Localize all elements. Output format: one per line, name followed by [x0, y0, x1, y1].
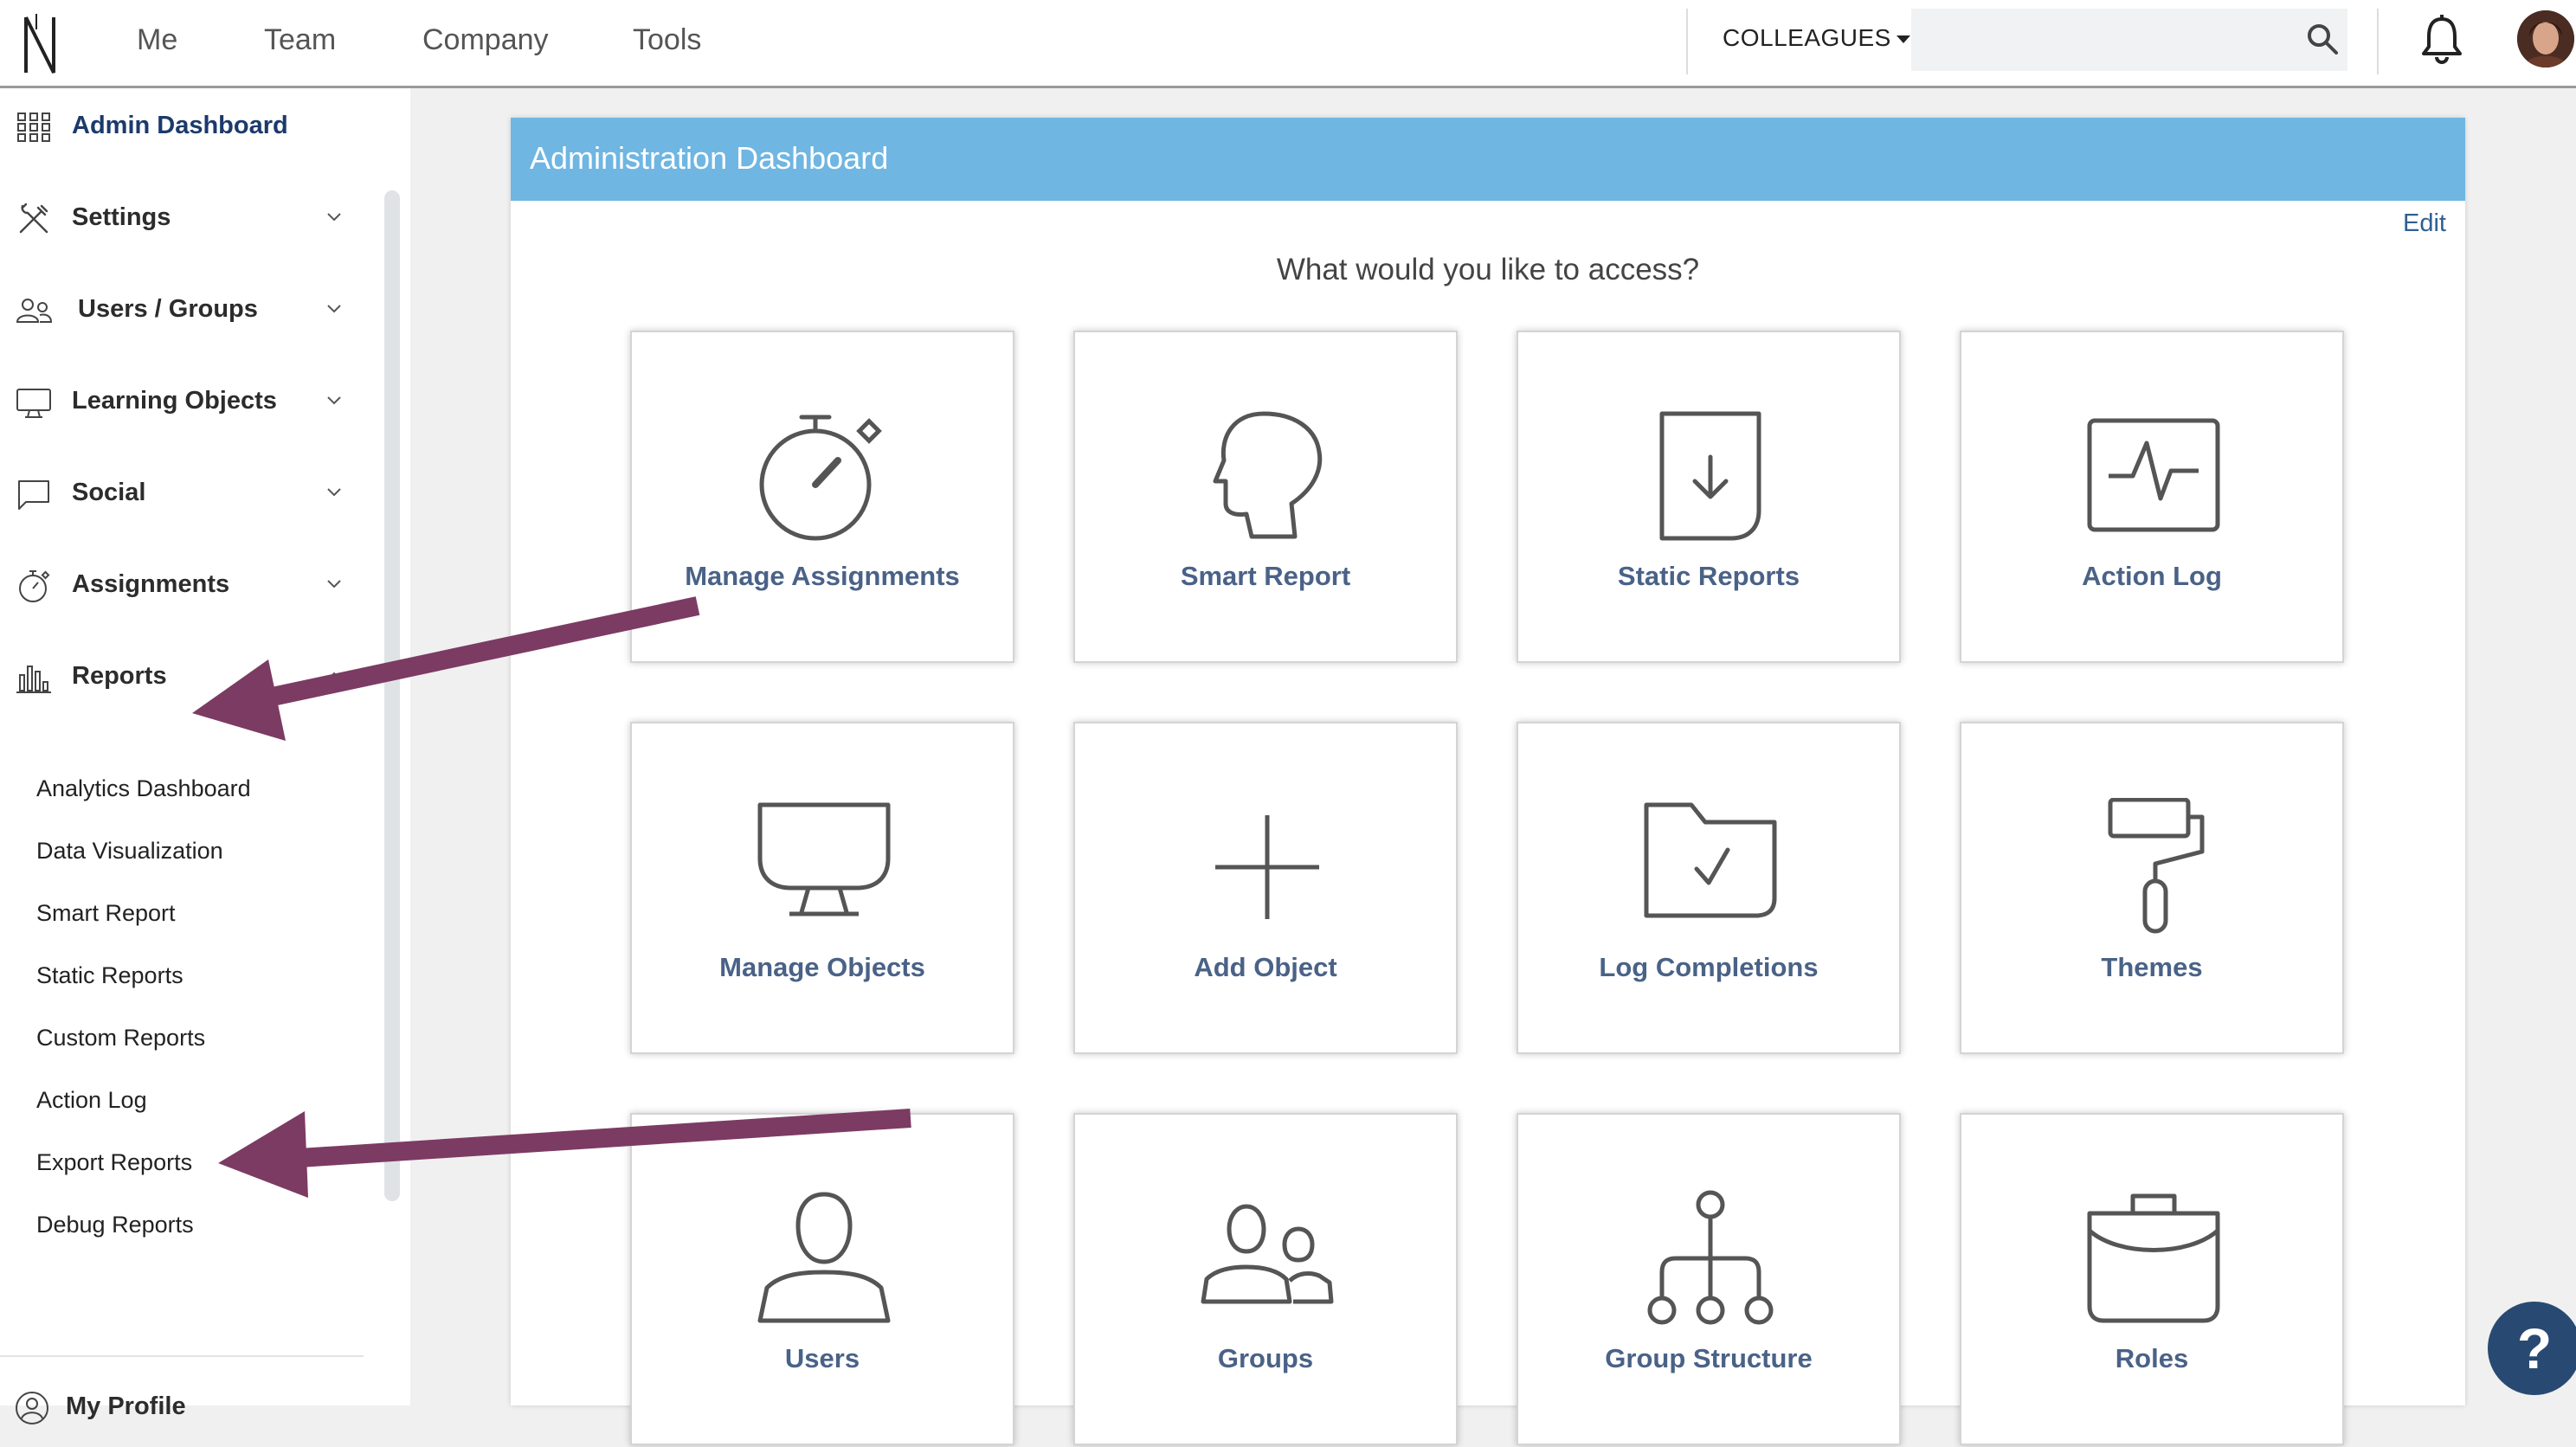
tile-label: Manage Objects: [719, 952, 925, 982]
monitor-icon: [757, 802, 891, 916]
tile-label: Smart Report: [1180, 561, 1351, 591]
submenu-custom-reports[interactable]: Custom Reports: [36, 1025, 205, 1051]
submenu-smart-report[interactable]: Smart Report: [36, 900, 176, 927]
user-icon: [757, 1192, 891, 1323]
submenu-data-visualization[interactable]: Data Visualization: [36, 838, 223, 865]
stopwatch-icon: [759, 415, 882, 541]
tile-label: Roles: [2115, 1343, 2189, 1373]
chevron-down-icon: [327, 396, 341, 405]
page-title: Administration Dashboard: [530, 140, 889, 176]
access-prompt: What would you like to access?: [1276, 253, 1700, 286]
sidebar-item-settings[interactable]: Settings: [0, 180, 372, 258]
chevron-up-icon: [327, 672, 341, 680]
paint-roller-icon: [2108, 798, 2205, 934]
tile-log-completions[interactable]: Log Completions: [1517, 722, 1901, 1054]
sidebar-item-reports[interactable]: Reports: [0, 639, 372, 717]
tile-label: Group Structure: [1605, 1343, 1813, 1373]
bar-chart-icon: [16, 666, 51, 693]
grid-icon: [17, 113, 50, 142]
submenu-static-reports[interactable]: Static Reports: [36, 962, 184, 989]
sidebar-item-users-groups[interactable]: Users / Groups: [0, 272, 372, 350]
nav-company[interactable]: Company: [422, 23, 549, 57]
tile-label: Manage Assignments: [685, 561, 960, 591]
chat-icon: [18, 480, 49, 510]
tile-static-reports[interactable]: Static Reports: [1517, 331, 1901, 663]
tile-manage-assignments[interactable]: Manage Assignments: [630, 331, 1014, 663]
nav-me[interactable]: Me: [137, 23, 177, 57]
tile-label: Users: [784, 1343, 860, 1373]
sidebar-item-label: Reports: [72, 662, 167, 690]
tile-groups[interactable]: Groups: [1073, 1113, 1458, 1445]
help-button[interactable]: ?: [2488, 1302, 2576, 1395]
tile-label: Action Log: [2082, 561, 2222, 591]
users-icon: [16, 299, 52, 323]
colleagues-label: COLLEAGUES: [1723, 24, 1891, 51]
group-icon: [1201, 1204, 1334, 1304]
nav-divider: [1686, 9, 1688, 74]
tile-label: Log Completions: [1599, 952, 1819, 982]
submenu-export-reports[interactable]: Export Reports: [36, 1149, 192, 1176]
tile-roles[interactable]: Roles: [1960, 1113, 2344, 1445]
tools-icon: [19, 203, 48, 234]
tile-action-log[interactable]: Action Log: [1960, 331, 2344, 663]
tile-group-structure[interactable]: Group Structure: [1517, 1113, 1901, 1445]
submenu-analytics-dashboard[interactable]: Analytics Dashboard: [36, 775, 251, 802]
chevron-down-icon: [327, 488, 341, 497]
sidebar-item-label: My Profile: [66, 1392, 186, 1420]
nav-divider: [2377, 9, 2379, 74]
sidebar-item-my-profile[interactable]: My Profile: [0, 1369, 372, 1447]
top-navigation-bar: Me Team Company Tools COLLEAGUES: [0, 0, 2576, 88]
sidebar-item-label: Users / Groups: [78, 295, 258, 323]
tile-label: Themes: [2101, 952, 2203, 982]
profile-icon: [16, 1392, 48, 1424]
chevron-down-icon: [327, 305, 341, 313]
sidebar-item-label: Settings: [72, 203, 171, 231]
colleagues-dropdown[interactable]: COLLEAGUES: [1723, 24, 1910, 52]
head-icon: [1213, 411, 1323, 539]
panel-header: Administration Dashboard: [511, 118, 2465, 201]
hierarchy-icon: [1647, 1190, 1774, 1325]
tile-themes[interactable]: Themes: [1960, 722, 2344, 1054]
tile-smart-report[interactable]: Smart Report: [1073, 331, 1458, 663]
sidebar-item-admin-dashboard[interactable]: Admin Dashboard: [0, 88, 372, 166]
briefcase-icon: [2087, 1193, 2220, 1323]
submenu-action-log[interactable]: Action Log: [36, 1087, 147, 1114]
download-document-icon: [1659, 411, 1761, 541]
sidebar-item-label: Learning Objects: [72, 387, 277, 415]
folder-check-icon: [1644, 802, 1777, 918]
sidebar-divider: [0, 1355, 364, 1357]
sidebar-item-label: Social: [72, 479, 146, 506]
sidebar-item-label: Admin Dashboard: [72, 112, 288, 139]
sidebar-scrollbar[interactable]: [384, 190, 400, 1201]
search-input[interactable]: [1911, 9, 2347, 71]
tile-label: Groups: [1217, 1343, 1314, 1373]
submenu-debug-reports[interactable]: Debug Reports: [36, 1212, 194, 1238]
search-icon[interactable]: [2306, 23, 2339, 55]
tile-label: Add Object: [1194, 952, 1337, 982]
monitor-icon: [16, 389, 51, 418]
tile-add-object[interactable]: Add Object: [1073, 722, 1458, 1054]
user-avatar[interactable]: [2517, 10, 2574, 68]
plus-icon: [1215, 815, 1319, 919]
edit-link[interactable]: Edit: [2403, 209, 2446, 238]
sidebar-item-assignments[interactable]: Assignments: [0, 547, 372, 625]
nav-tools[interactable]: Tools: [633, 23, 701, 57]
tile-users[interactable]: Users: [630, 1113, 1014, 1445]
admin-sidebar: Admin Dashboard Settings Users / Groups: [0, 88, 410, 1424]
app-logo[interactable]: [19, 10, 61, 76]
chevron-down-icon: [327, 213, 341, 222]
tile-label: Static Reports: [1617, 561, 1800, 591]
admin-dashboard-panel: Administration Dashboard Edit What would…: [511, 118, 2465, 1445]
bell-icon[interactable]: [2420, 14, 2463, 66]
help-label: ?: [2516, 1316, 2553, 1380]
chevron-down-icon: [327, 580, 341, 588]
nav-team[interactable]: Team: [264, 23, 336, 57]
activity-monitor-icon: [2087, 418, 2220, 532]
sidebar-item-social[interactable]: Social: [0, 455, 372, 533]
stopwatch-icon: [19, 570, 50, 602]
sidebar-item-label: Assignments: [72, 570, 230, 598]
sidebar-item-learning-objects[interactable]: Learning Objects: [0, 363, 372, 441]
tile-manage-objects[interactable]: Manage Objects: [630, 722, 1014, 1054]
caret-down-icon: [1896, 35, 1910, 44]
